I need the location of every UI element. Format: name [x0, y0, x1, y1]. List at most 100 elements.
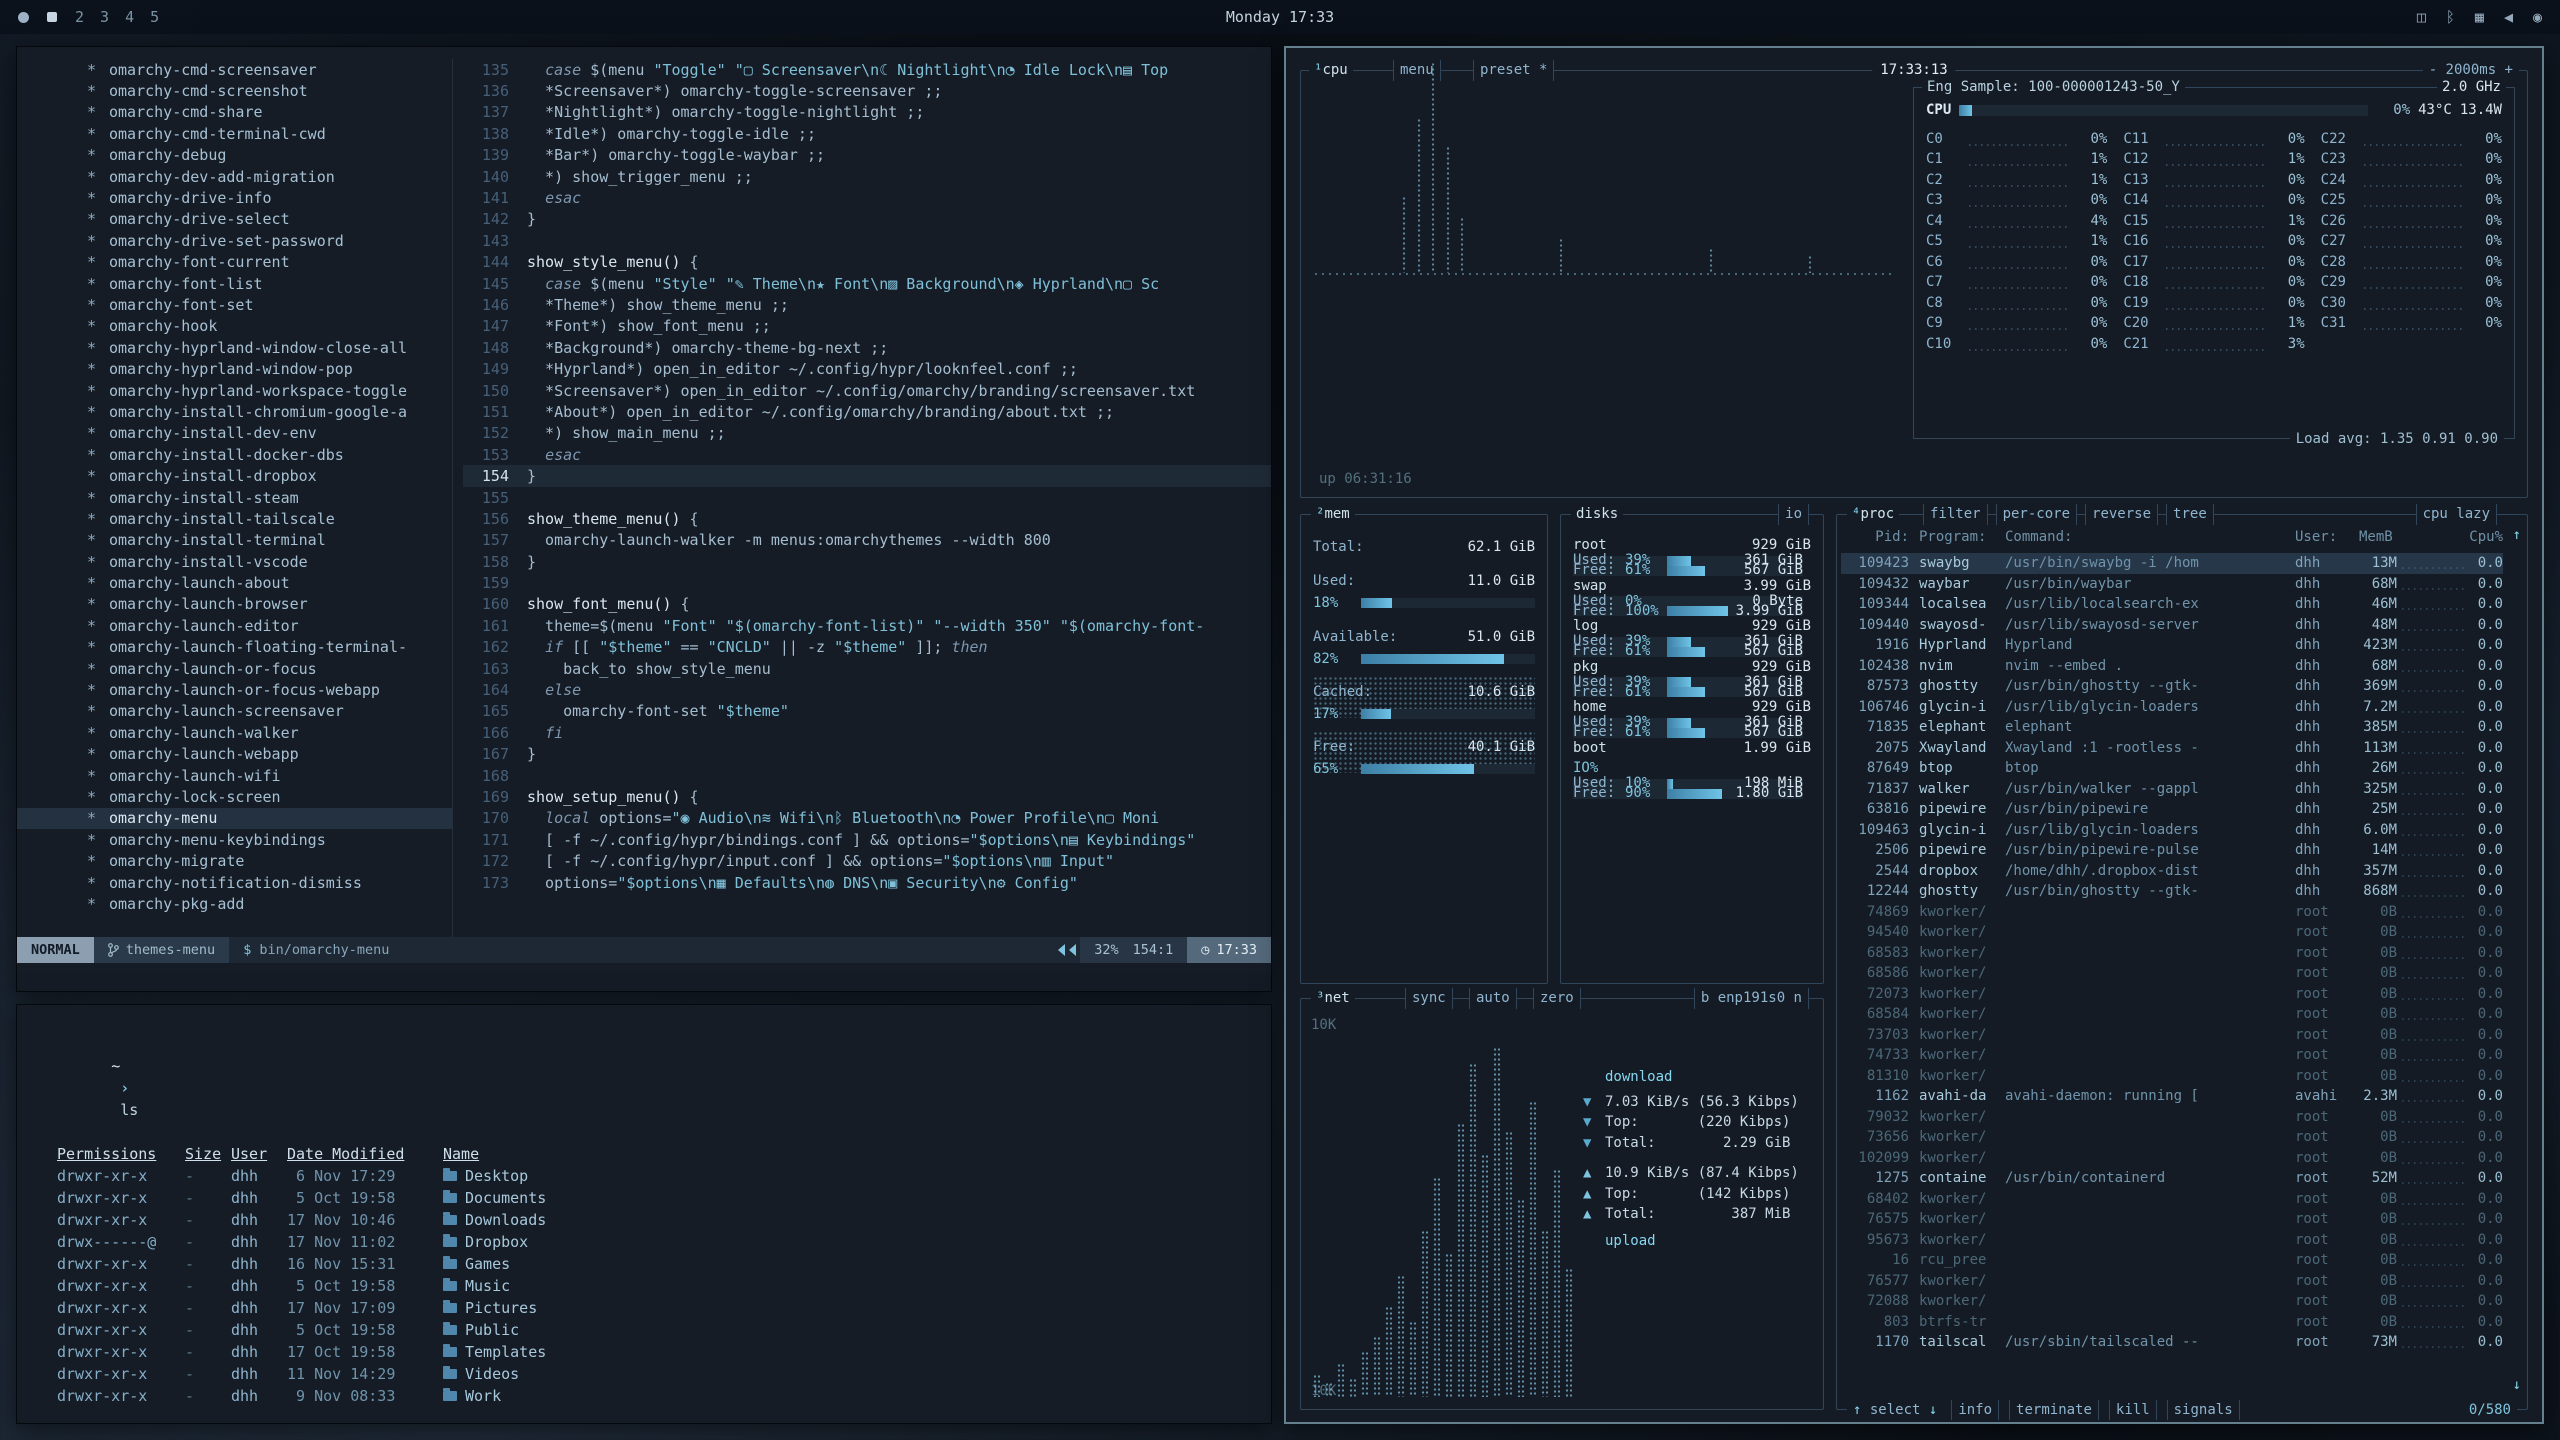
process-row[interactable]: 1170 tailscal /usr/sbin/tailscaled -- ro…: [1841, 1332, 2503, 1353]
process-row[interactable]: 106746 glycin-i /usr/lib/glycin-loaders …: [1841, 697, 2503, 718]
col-program[interactable]: Program:: [1915, 527, 2005, 548]
file-item[interactable]: * omarchy-menu-keybindings: [87, 829, 452, 850]
code-line[interactable]: 153 esac: [463, 444, 1271, 465]
file-item[interactable]: * omarchy-cmd-screensaver: [87, 59, 452, 80]
col-memb[interactable]: MemB: [2353, 527, 2393, 548]
process-row[interactable]: 68584 kworker/ root 0B 0.0: [1841, 1004, 2503, 1025]
file-item[interactable]: * omarchy-lock-screen: [87, 786, 452, 807]
code-line[interactable]: 142 }: [463, 209, 1271, 230]
file-item[interactable]: * omarchy-launch-editor: [87, 615, 452, 636]
proc-scroll-up-icon[interactable]: ↑: [2513, 525, 2521, 546]
tab-tree[interactable]: tree: [2166, 504, 2214, 525]
screenshare-icon[interactable]: ◫: [2417, 8, 2426, 26]
file-item[interactable]: * omarchy-dev-add-migration: [87, 166, 452, 187]
display-icon[interactable]: ▦: [2475, 8, 2484, 26]
process-row[interactable]: 2506 pipewire /usr/bin/pipewire-pulse dh…: [1841, 840, 2503, 861]
current-file[interactable]: $ bin/omarchy-menu: [229, 942, 403, 958]
code-line[interactable]: 171 [ -f ~/.config/hypr/bindings.conf ] …: [463, 829, 1271, 850]
file-item[interactable]: * omarchy-drive-set-password: [87, 230, 452, 251]
file-item[interactable]: * omarchy-install-steam: [87, 487, 452, 508]
tab-reverse[interactable]: reverse: [2085, 504, 2158, 525]
col-cpu[interactable]: Cpu%: [2469, 527, 2503, 548]
code-line[interactable]: 155: [463, 487, 1271, 508]
tab-zero[interactable]: zero: [1533, 988, 1581, 1009]
file-item[interactable]: * omarchy-migrate: [87, 850, 452, 871]
file-item[interactable]: * omarchy-install-chromium-google-a: [87, 401, 452, 422]
distro-logo-icon[interactable]: [18, 12, 29, 23]
code-line[interactable]: 159: [463, 572, 1271, 593]
process-row[interactable]: 76577 kworker/ root 0B 0.0: [1841, 1271, 2503, 1292]
col-pid[interactable]: Pid:: [1849, 527, 1915, 548]
process-row[interactable]: 1275 containe /usr/bin/containerd root 5…: [1841, 1168, 2503, 1189]
process-row[interactable]: 81310 kworker/ root 0B 0.0: [1841, 1066, 2503, 1087]
process-row[interactable]: 102438 nvim nvim --embed . dhh 68M 0.0: [1841, 656, 2503, 677]
code-line[interactable]: 158 }: [463, 551, 1271, 572]
file-item[interactable]: * omarchy-hyprland-window-pop: [87, 358, 452, 379]
code-line[interactable]: 149 *Hyprland*) open_in_editor ~/.config…: [463, 358, 1271, 379]
code-line[interactable]: 146 *Theme*) show_theme_menu ;;: [463, 294, 1271, 315]
code-line[interactable]: 165 omarchy-font-set "$theme": [463, 701, 1271, 722]
code-line[interactable]: 136 *Screensaver*) omarchy-toggle-screen…: [463, 80, 1271, 101]
proc-key[interactable]: terminate: [2009, 1400, 2099, 1421]
file-item[interactable]: * omarchy-drive-info: [87, 187, 452, 208]
process-row[interactable]: 1162 avahi-da avahi-daemon: running [ av…: [1841, 1086, 2503, 1107]
code-line[interactable]: 157 omarchy-launch-walker -m menus:omarc…: [463, 530, 1271, 551]
file-item[interactable]: * omarchy-font-current: [87, 252, 452, 273]
shell-prompt[interactable]: ~ ›: [57, 1429, 1271, 1440]
tab-io[interactable]: io: [1778, 504, 1809, 525]
volume-icon[interactable]: ◀: [2504, 8, 2513, 26]
file-item[interactable]: * omarchy-cmd-share: [87, 102, 452, 123]
workspace-item[interactable]: 3: [100, 8, 109, 26]
code-line[interactable]: 164 else: [463, 679, 1271, 700]
code-line[interactable]: 172 [ -f ~/.config/hypr/input.conf ] && …: [463, 850, 1271, 871]
process-row[interactable]: 16 rcu_pree root 0B 0.0: [1841, 1250, 2503, 1271]
file-item[interactable]: * omarchy-debug: [87, 145, 452, 166]
code-line[interactable]: 145 case $(menu "Style" "✎ Theme\n★ Font…: [463, 273, 1271, 294]
process-row[interactable]: 63816 pipewire /usr/bin/pipewire dhh 25M…: [1841, 799, 2503, 820]
process-row[interactable]: 109432 waybar /usr/bin/waybar dhh 68M 0.…: [1841, 574, 2503, 595]
proc-box-title[interactable]: ⁴proc: [1847, 504, 1899, 525]
code-line[interactable]: 167 }: [463, 744, 1271, 765]
code-line[interactable]: 170 local options="◉ Audio\n≋ Wifi\nᛒ Bl…: [463, 808, 1271, 829]
file-item[interactable]: * omarchy-launch-or-focus: [87, 658, 452, 679]
workspace-1-active[interactable]: [47, 12, 57, 22]
file-item[interactable]: * omarchy-notification-dismiss: [87, 872, 452, 893]
process-row[interactable]: 87573 ghostty /usr/bin/ghostty --gtk- dh…: [1841, 676, 2503, 697]
workspace-item[interactable]: 4: [125, 8, 134, 26]
tab-interface[interactable]: b enp191s0 n: [1694, 988, 1809, 1009]
file-item[interactable]: * omarchy-install-docker-dbs: [87, 444, 452, 465]
tab-auto[interactable]: auto: [1469, 988, 1517, 1009]
proc-key[interactable]: kill: [2109, 1400, 2157, 1421]
bluetooth-icon[interactable]: ᛒ: [2446, 8, 2455, 26]
code-line[interactable]: 147 *Font*) show_font_menu ;;: [463, 316, 1271, 337]
code-line[interactable]: 169 show_setup_menu() {: [463, 786, 1271, 807]
workspace-item[interactable]: 2: [75, 8, 84, 26]
file-item[interactable]: * omarchy-launch-floating-terminal-: [87, 637, 452, 658]
process-row[interactable]: 74733 kworker/ root 0B 0.0: [1841, 1045, 2503, 1066]
process-row[interactable]: 109463 glycin-i /usr/lib/glycin-loaders …: [1841, 820, 2503, 841]
tab-preset[interactable]: preset *: [1473, 60, 1554, 81]
process-row[interactable]: 94540 kworker/ root 0B 0.0: [1841, 922, 2503, 943]
code-line[interactable]: 173 options="$options\n▦ Defaults\n◍ DNS…: [463, 872, 1271, 893]
file-item[interactable]: * omarchy-hook: [87, 316, 452, 337]
code-line[interactable]: 144 show_style_menu() {: [463, 252, 1271, 273]
code-line[interactable]: 140 *) show_trigger_menu ;;: [463, 166, 1271, 187]
code-line[interactable]: 168: [463, 765, 1271, 786]
process-row[interactable]: 109440 swayosd- /usr/lib/swayosd-server …: [1841, 615, 2503, 636]
file-item[interactable]: * omarchy-hyprland-workspace-toggle: [87, 380, 452, 401]
file-item[interactable]: * omarchy-hyprland-window-close-all: [87, 337, 452, 358]
file-item[interactable]: * omarchy-install-dev-env: [87, 423, 452, 444]
file-item[interactable]: * omarchy-launch-webapp: [87, 744, 452, 765]
code-line[interactable]: 161 theme=$(menu "Font" "$(omarchy-font-…: [463, 615, 1271, 636]
file-item[interactable]: * omarchy-drive-select: [87, 209, 452, 230]
process-row[interactable]: 102099 kworker/ root 0B 0.0: [1841, 1148, 2503, 1169]
process-row[interactable]: 71835 elephant elephant dhh 385M 0.0: [1841, 717, 2503, 738]
file-item[interactable]: * omarchy-install-tailscale: [87, 508, 452, 529]
file-item[interactable]: * omarchy-font-list: [87, 273, 452, 294]
disks-box-title[interactable]: disks: [1571, 504, 1623, 525]
file-item[interactable]: * omarchy-launch-about: [87, 572, 452, 593]
code-line[interactable]: 160 show_font_menu() {: [463, 594, 1271, 615]
tab-filter[interactable]: filter: [1923, 504, 1988, 525]
proc-scroll-down-icon[interactable]: ↓: [2513, 1375, 2521, 1396]
code-line[interactable]: 137 *Nightlight*) omarchy-toggle-nightli…: [463, 102, 1271, 123]
